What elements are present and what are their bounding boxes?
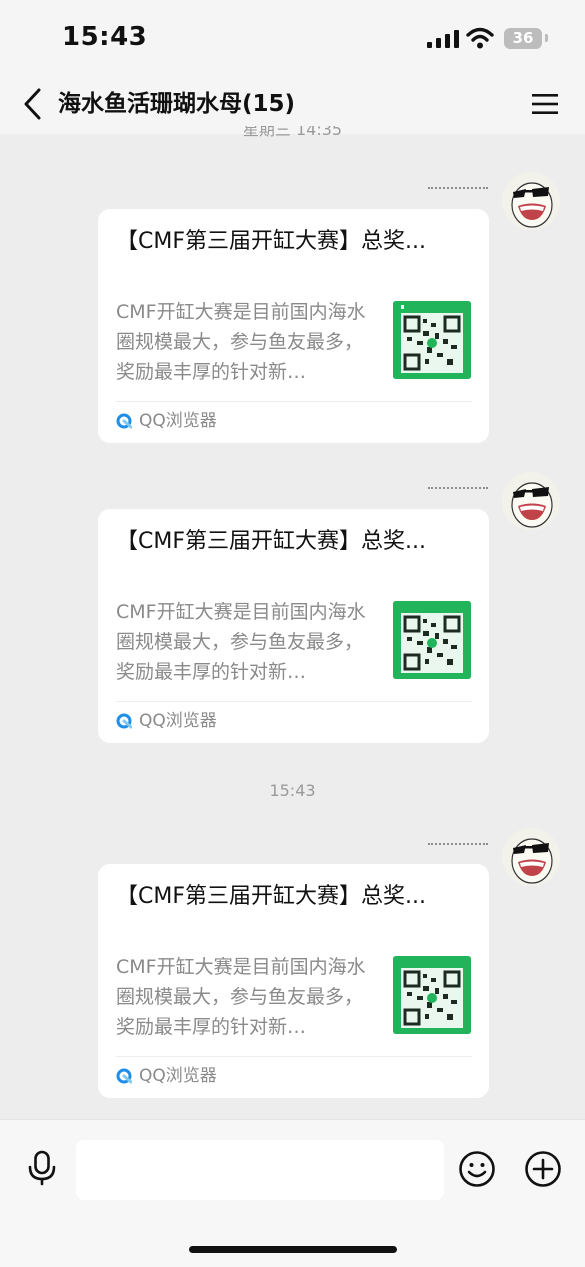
qr-code-thumbnail xyxy=(393,956,471,1034)
card-divider xyxy=(116,401,472,402)
card-source: QQ浏览器 xyxy=(139,411,217,431)
card-title: 【CMF第三届开缸大赛】总奖... xyxy=(116,529,426,554)
card-title: 【CMF第三届开缸大赛】总奖... xyxy=(116,884,426,909)
home-indicator xyxy=(189,1246,397,1253)
status-time: 15:43 xyxy=(62,22,148,52)
card-divider xyxy=(116,701,472,702)
sender-name xyxy=(428,187,488,193)
card-description: CMF开缸大赛是目前国内海水圈规模最大，参与鱼友最多，奖励最丰厚的针对新… xyxy=(116,301,366,383)
sender-name xyxy=(428,487,488,493)
avatar[interactable] xyxy=(502,472,560,530)
battery-cap xyxy=(545,34,548,42)
avatar-cartoon-face-icon xyxy=(502,172,560,230)
avatar-cartoon-face-icon xyxy=(502,828,560,886)
avatar[interactable] xyxy=(502,172,560,230)
smiley-icon[interactable] xyxy=(458,1150,496,1188)
qq-browser-icon xyxy=(116,713,132,729)
message-input-bar xyxy=(0,1119,585,1267)
link-card[interactable]: 【CMF第三届开缸大赛】总奖... CMF开缸大赛是目前国内海水圈规模最大，参与… xyxy=(98,509,489,743)
wifi-icon xyxy=(466,27,494,49)
qr-code-thumbnail xyxy=(393,601,471,679)
card-description: CMF开缸大赛是目前国内海水圈规模最大，参与鱼友最多，奖励最丰厚的针对新… xyxy=(116,956,366,1038)
message-input[interactable] xyxy=(76,1140,444,1200)
battery-level: 36 xyxy=(504,28,542,49)
cellular-signal-icon xyxy=(427,30,459,48)
qr-code-thumbnail xyxy=(393,301,471,379)
hamburger-menu-icon[interactable] xyxy=(532,93,558,115)
link-card[interactable]: 【CMF第三届开缸大赛】总奖... CMF开缸大赛是目前国内海水圈规模最大，参与… xyxy=(98,864,489,1098)
link-card[interactable]: 【CMF第三届开缸大赛】总奖... CMF开缸大赛是目前国内海水圈规模最大，参与… xyxy=(98,209,489,443)
chevron-left-icon[interactable] xyxy=(20,87,46,121)
plus-circle-icon[interactable] xyxy=(524,1150,562,1188)
microphone-icon[interactable] xyxy=(26,1150,58,1186)
card-description: CMF开缸大赛是目前国内海水圈规模最大，参与鱼友最多，奖励最丰厚的针对新… xyxy=(116,601,366,683)
card-source: QQ浏览器 xyxy=(139,1066,217,1086)
card-divider xyxy=(116,1056,472,1057)
card-source: QQ浏览器 xyxy=(139,711,217,731)
timestamp-partial-text: 星期三 14:35 xyxy=(242,126,343,139)
timestamp: 15:43 xyxy=(269,781,316,800)
timestamp-partial: 星期三 14:35 xyxy=(0,126,585,146)
avatar-cartoon-face-icon xyxy=(502,472,560,530)
avatar[interactable] xyxy=(502,828,560,886)
status-bar: 15:43 36 xyxy=(0,0,585,78)
qq-browser-icon xyxy=(116,1068,132,1084)
qq-browser-icon xyxy=(116,413,132,429)
chat-title: 海水鱼活珊瑚水母(15) xyxy=(58,91,296,117)
card-title: 【CMF第三届开缸大赛】总奖... xyxy=(116,229,426,254)
sender-name xyxy=(428,843,488,849)
